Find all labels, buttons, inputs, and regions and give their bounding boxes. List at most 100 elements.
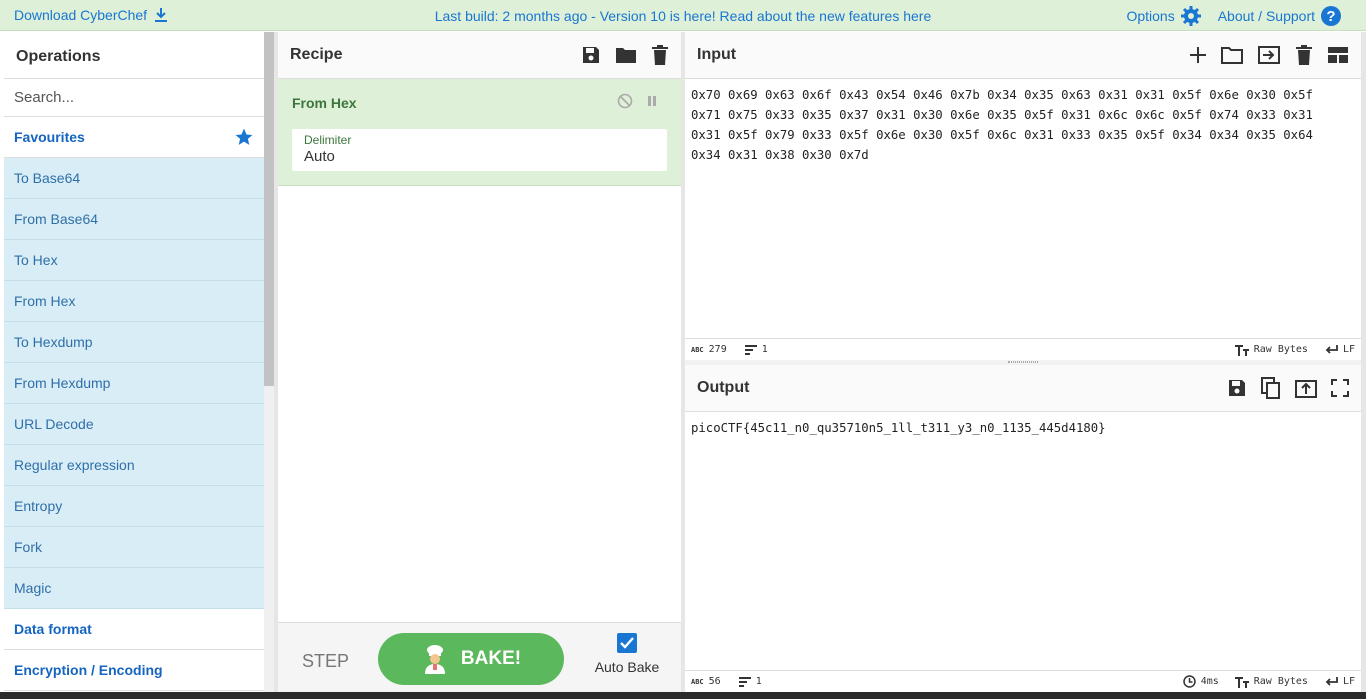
star-icon — [234, 127, 254, 147]
options-button[interactable]: Options — [1126, 5, 1201, 27]
delimiter-value: Auto — [304, 148, 335, 165]
operation-item[interactable]: To Hexdump — [4, 322, 264, 363]
operation-item[interactable]: Magic — [4, 568, 264, 609]
operation-item[interactable]: To Base64 — [4, 158, 264, 199]
open-file-icon[interactable] — [1257, 45, 1281, 65]
disable-icon[interactable] — [617, 93, 633, 109]
gear-icon — [1180, 5, 1202, 27]
bake-label: BAKE! — [460, 648, 522, 669]
operation-item[interactable]: URL Decode — [4, 404, 264, 445]
copy-icon[interactable] — [1261, 377, 1281, 399]
operations-scrollbar[interactable] — [264, 32, 274, 692]
trash-icon[interactable] — [651, 45, 669, 65]
text-size-icon — [1234, 676, 1249, 688]
auto-bake-toggle[interactable]: Auto Bake — [594, 631, 660, 675]
download-icon — [153, 7, 169, 23]
input-header: Input — [685, 32, 1361, 79]
taskbar-edge — [0, 692, 1366, 699]
bake-bar: STEP BAKE! Auto Bake — [278, 622, 681, 692]
operation-item[interactable]: From Base64 — [4, 199, 264, 240]
input-line-count: 1 — [761, 344, 768, 355]
recipe-header: Recipe — [278, 32, 681, 79]
output-text[interactable]: picoCTF{45c11_n0_qu35710n5_1ll_t311_y3_n… — [685, 412, 1361, 444]
recipe-panel: Recipe From Hex Delimiter Auto STEP BAKE… — [278, 32, 681, 692]
output-header: Output — [685, 365, 1361, 412]
input-char-count: 279 — [708, 344, 727, 355]
auto-bake-checkbox[interactable] — [617, 633, 637, 653]
output-encoding-selector[interactable]: Raw Bytes — [1234, 676, 1308, 688]
output-title: Output — [697, 379, 750, 396]
return-icon — [1324, 676, 1338, 687]
output-encoding: Raw Bytes — [1253, 676, 1308, 687]
operation-item[interactable]: To Hex — [4, 240, 264, 281]
operation-item[interactable]: Entropy — [4, 486, 264, 527]
operation-item[interactable]: Regular expression — [4, 445, 264, 486]
lines-icon — [738, 676, 751, 687]
search-input[interactable] — [14, 89, 254, 106]
lines-icon — [744, 344, 757, 355]
maximise-icon[interactable] — [1331, 379, 1349, 397]
operations-panel: Operations Favourites To Base64 From Bas… — [4, 32, 264, 692]
save-icon[interactable] — [581, 45, 601, 65]
category-label: Favourites — [14, 129, 85, 145]
input-eol-selector[interactable]: LF — [1324, 344, 1355, 355]
input-encoding: Raw Bytes — [1253, 344, 1308, 355]
category-encryption-encoding[interactable]: Encryption / Encoding — [4, 650, 264, 691]
operation-item[interactable]: From Hex — [4, 281, 264, 322]
auto-bake-label: Auto Bake — [594, 659, 660, 675]
delimiter-label: Delimiter — [304, 133, 352, 147]
help-icon: ? — [1320, 5, 1342, 27]
build-notice-link[interactable]: Last build: 2 months ago - Version 10 is… — [435, 8, 932, 24]
step-button[interactable]: STEP — [302, 651, 349, 672]
add-tab-icon[interactable] — [1189, 46, 1207, 64]
scrollbar-thumb[interactable] — [264, 32, 274, 386]
input-textarea[interactable]: 0x70 0x69 0x63 0x6f 0x43 0x54 0x46 0x7b … — [685, 79, 1361, 171]
chef-icon — [421, 644, 449, 674]
output-line-count: 1 — [755, 676, 762, 687]
abc-icon: ABC — [691, 345, 704, 354]
open-folder-icon[interactable] — [1221, 45, 1243, 65]
svg-text:?: ? — [1326, 8, 1335, 25]
trash-icon[interactable] — [1295, 45, 1313, 65]
operations-title: Operations — [4, 32, 264, 79]
abc-icon: ABC — [691, 677, 704, 686]
input-title: Input — [697, 46, 737, 63]
operation-item[interactable]: From Hexdump — [4, 363, 264, 404]
replace-input-icon[interactable] — [1295, 378, 1317, 398]
bake-button[interactable]: BAKE! — [378, 633, 564, 685]
download-link[interactable]: Download CyberChef — [14, 7, 169, 23]
about-label: About / Support — [1217, 8, 1315, 24]
input-encoding-selector[interactable]: Raw Bytes — [1234, 344, 1308, 356]
category-label: Encryption / Encoding — [14, 662, 163, 678]
output-eol: LF — [1342, 676, 1355, 687]
save-icon[interactable] — [1227, 378, 1247, 398]
bake-time: 4ms — [1200, 676, 1219, 687]
layout-icon[interactable] — [1327, 46, 1349, 64]
text-size-icon — [1234, 344, 1249, 356]
delimiter-field[interactable]: Delimiter Auto — [292, 129, 667, 171]
download-label: Download CyberChef — [14, 7, 148, 23]
top-banner: Download CyberChef Last build: 2 months … — [0, 0, 1366, 31]
output-panel: Output picoCTF{45c11_n0_qu35710n5_1ll_t3… — [685, 365, 1361, 692]
recipe-title: Recipe — [290, 46, 343, 63]
category-data-format[interactable]: Data format — [4, 609, 264, 650]
recipe-operation-from-hex[interactable]: From Hex Delimiter Auto — [278, 79, 681, 186]
output-eol-selector[interactable]: LF — [1324, 676, 1355, 687]
options-label: Options — [1126, 8, 1175, 24]
input-panel: Input 0x70 0x69 0x63 0x6f 0x43 0x54 0x46… — [685, 32, 1361, 360]
recipe-op-name: From Hex — [292, 95, 357, 111]
category-label: Data format — [14, 621, 92, 637]
about-support-button[interactable]: About / Support ? — [1218, 5, 1342, 27]
search-box — [4, 79, 264, 117]
clock-icon — [1182, 675, 1196, 688]
operation-item[interactable]: Fork — [4, 527, 264, 568]
splitter-grip[interactable] — [1008, 361, 1038, 363]
folder-icon[interactable] — [615, 45, 637, 65]
output-char-count: 56 — [708, 676, 721, 687]
input-eol: LF — [1342, 344, 1355, 355]
input-status-bar: ABC 279 1 Raw Bytes LF — [685, 338, 1361, 360]
pause-icon[interactable] — [645, 93, 659, 109]
category-favourites[interactable]: Favourites — [4, 117, 264, 158]
output-status-bar: ABC 56 1 4ms Raw Bytes LF — [685, 670, 1361, 692]
window-edge — [1361, 32, 1366, 692]
